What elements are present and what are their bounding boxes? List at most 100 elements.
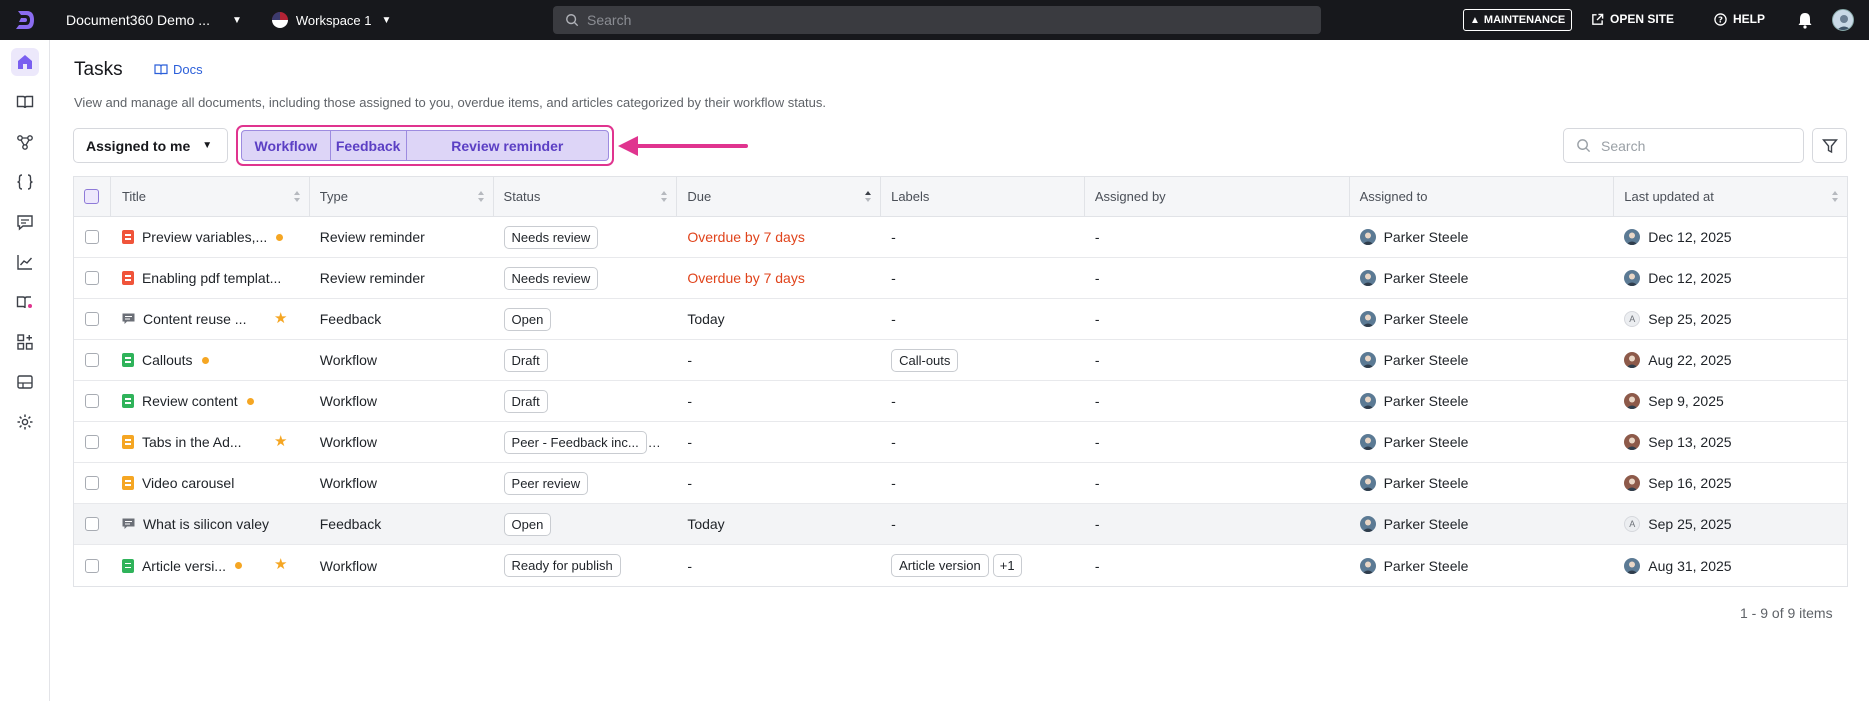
- row-checkbox[interactable]: [85, 476, 100, 490]
- book-sparkle-icon: [16, 296, 32, 309]
- avatar: [1624, 352, 1641, 368]
- user-avatar-image: [1626, 232, 1639, 245]
- label-chip[interactable]: Article version: [891, 554, 989, 577]
- article-title[interactable]: Enabling pdf templat...: [142, 270, 281, 286]
- article-title[interactable]: Review content: [142, 393, 238, 409]
- user-avatar-image: [1361, 273, 1374, 286]
- segment-feedback[interactable]: Feedback: [331, 131, 407, 160]
- title-cell[interactable]: Article versi... ★: [111, 545, 310, 586]
- row-checkbox[interactable]: [85, 312, 100, 326]
- project-name: Document360 Demo ...: [66, 12, 210, 28]
- due-cell: -: [677, 545, 881, 586]
- type-cell: Feedback: [310, 299, 494, 339]
- due-value: Today: [687, 311, 725, 327]
- segment-review-reminder[interactable]: Review reminder: [407, 131, 608, 160]
- nav-widgets[interactable]: [11, 368, 39, 396]
- nav-api[interactable]: [11, 168, 39, 196]
- table-row[interactable]: Content reuse ... ★ Feedback Open Today - - Par…: [74, 299, 1847, 340]
- maintenance-button[interactable]: ▲ MAINTENANCE: [1463, 9, 1573, 31]
- nav-documentation[interactable]: [11, 88, 39, 116]
- nav-settings[interactable]: [11, 408, 39, 436]
- row-checkbox[interactable]: [85, 435, 100, 449]
- article-title[interactable]: Video carousel: [142, 475, 234, 491]
- labels-value: -: [891, 393, 896, 409]
- article-title[interactable]: Tabs in the Ad...: [142, 434, 242, 450]
- global-search-placeholder: Search: [587, 12, 632, 28]
- assigned-filter-dropdown[interactable]: Assigned to me ▼: [73, 128, 228, 163]
- status-badge: Draft: [503, 389, 548, 413]
- segment-workflow[interactable]: Workflow: [242, 131, 331, 160]
- label-more-chip[interactable]: +1: [992, 554, 1022, 577]
- nav-home[interactable]: [11, 48, 39, 76]
- user-avatar[interactable]: [1832, 9, 1854, 31]
- title-cell[interactable]: What is silicon valey: [111, 504, 310, 544]
- row-checkbox[interactable]: [85, 517, 100, 531]
- title-cell[interactable]: Preview variables,...: [111, 217, 310, 257]
- table-row[interactable]: Callouts Workflow Draft - Call-outs - Parker S…: [74, 340, 1847, 381]
- docs-link[interactable]: Docs: [154, 62, 203, 77]
- project-selector[interactable]: Document360 Demo ... ▼: [66, 12, 242, 28]
- row-select-cell: [74, 340, 111, 380]
- row-checkbox[interactable]: [85, 353, 100, 367]
- article-title[interactable]: Callouts: [142, 352, 193, 368]
- table-row[interactable]: Tabs in the Ad... ★ Workflow Peer - Feedbac…: [74, 422, 1847, 463]
- notification-bell-icon[interactable]: [1797, 11, 1813, 29]
- nav-integrations[interactable]: [11, 328, 39, 356]
- labels-cell: Call-outs: [881, 340, 1085, 380]
- help-button[interactable]: ? HELP: [1714, 12, 1765, 26]
- nav-workflow[interactable]: [11, 128, 39, 156]
- type-cell: Review reminder: [310, 258, 494, 298]
- nav-feedback[interactable]: [11, 208, 39, 236]
- table-row[interactable]: Video carousel Workflow Peer review - - - Park…: [74, 463, 1847, 504]
- select-all-checkbox[interactable]: [84, 189, 100, 204]
- table-row[interactable]: Review content Workflow Draft - - - Parker Ste…: [74, 381, 1847, 422]
- article-title[interactable]: Preview variables,...: [142, 229, 267, 245]
- type-value: Workflow: [319, 352, 378, 368]
- last-updated-value: Aug 22, 2025: [1648, 352, 1732, 368]
- assigned-to-cell: Parker Steele: [1350, 258, 1615, 298]
- open-site-button[interactable]: OPEN SITE: [1591, 12, 1674, 26]
- col-status[interactable]: Status: [494, 177, 678, 216]
- title-cell[interactable]: Content reuse ... ★: [111, 299, 310, 339]
- workspace-selector[interactable]: Workspace 1 ▼: [271, 12, 392, 28]
- assigned-by-value: -: [1094, 352, 1100, 368]
- col-assigned-to-label: Assigned to: [1359, 189, 1428, 204]
- filter-button[interactable]: [1812, 128, 1847, 163]
- title-cell[interactable]: Review content: [111, 381, 310, 421]
- title-cell[interactable]: Enabling pdf templat...: [111, 258, 310, 298]
- row-select-cell: [74, 545, 111, 586]
- row-select-cell: [74, 422, 111, 462]
- avatar: [1359, 270, 1376, 286]
- row-checkbox[interactable]: [85, 394, 100, 408]
- table-row[interactable]: What is silicon valey Feedback Open Today - -…: [74, 504, 1847, 545]
- nav-analytics[interactable]: [11, 248, 39, 276]
- article-title[interactable]: Content reuse ...: [143, 311, 247, 327]
- article-title[interactable]: What is silicon valey: [143, 516, 269, 532]
- status-cell: Open: [494, 299, 678, 339]
- col-title[interactable]: Title: [111, 177, 310, 216]
- chevron-down-icon: ▼: [381, 14, 392, 26]
- col-type[interactable]: Type: [310, 177, 494, 216]
- table-row[interactable]: Enabling pdf templat... Review reminder Ne…: [74, 258, 1847, 299]
- document-icon: [121, 558, 134, 573]
- row-checkbox[interactable]: [85, 230, 100, 244]
- table-search-input[interactable]: Search: [1563, 128, 1804, 163]
- col-last-updated[interactable]: Last updated at: [1614, 177, 1847, 216]
- title-cell[interactable]: Video carousel: [111, 463, 310, 503]
- col-due[interactable]: Due: [677, 177, 882, 216]
- row-checkbox[interactable]: [85, 558, 100, 573]
- analytics-icon: [17, 255, 33, 270]
- due-cell: -: [677, 340, 881, 380]
- title-cell[interactable]: Tabs in the Ad... ★: [111, 422, 310, 462]
- document360-logo[interactable]: [0, 0, 50, 40]
- global-search-input[interactable]: Search: [553, 6, 1321, 34]
- title-cell[interactable]: Callouts: [111, 340, 310, 380]
- table-row[interactable]: Article versi... ★ Workflow Ready for publi…: [74, 545, 1847, 586]
- nav-knowledge-base[interactable]: [11, 288, 39, 316]
- user-avatar-image: [1361, 355, 1374, 368]
- article-title[interactable]: Article versi...: [142, 558, 226, 574]
- row-checkbox[interactable]: [85, 271, 100, 285]
- page-description: View and manage all documents, including…: [74, 95, 827, 110]
- table-row[interactable]: Preview variables,... Review reminder Need…: [74, 217, 1847, 258]
- label-chip[interactable]: Call-outs: [891, 348, 959, 372]
